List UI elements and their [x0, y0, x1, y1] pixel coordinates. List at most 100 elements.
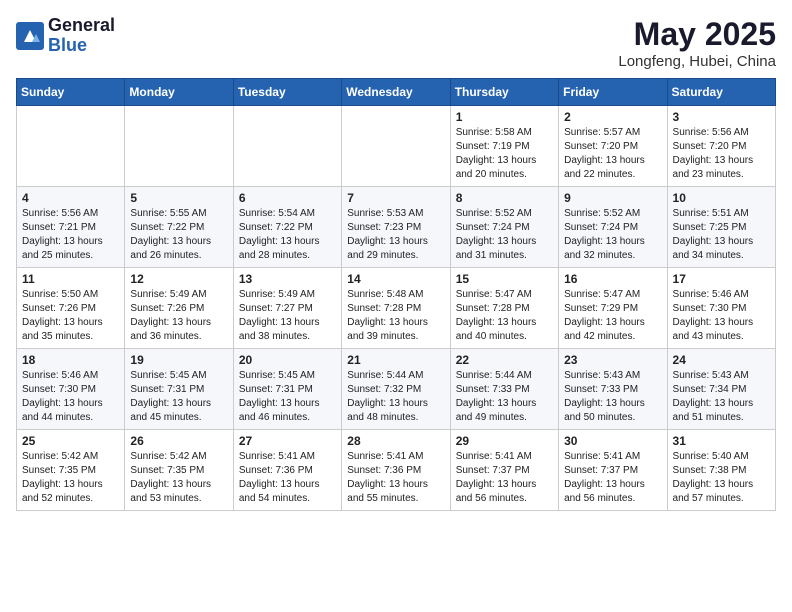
calendar-cell: 8 Sunrise: 5:52 AM Sunset: 7:24 PM Daylig…: [450, 187, 558, 268]
day-info: Sunrise: 5:42 AM Sunset: 7:35 PM Dayligh…: [130, 450, 227, 506]
day-info: Sunrise: 5:43 AM Sunset: 7:34 PM Dayligh…: [673, 369, 770, 425]
calendar-cell: 26Sunrise: 5:42 AM Sunset: 7:35 PM Dayli…: [125, 430, 233, 511]
logo-blue: Blue: [48, 36, 115, 56]
calendar-cell: 10 Sunrise: 5:51 AM Sunset: 7:25 PM Dayli…: [667, 187, 775, 268]
logo-icon: [16, 22, 44, 50]
day-number: 15: [456, 272, 553, 286]
month-title: May 2025: [618, 16, 776, 53]
day-number: 21: [347, 353, 444, 367]
day-info: Sunrise: 5:47 AM Sunset: 7:29 PM Dayligh…: [564, 288, 661, 344]
logo: General Blue: [16, 16, 115, 56]
day-number: 28: [347, 434, 444, 448]
day-info: Sunrise: 5:57 AM Sunset: 7:20 PM Dayligh…: [564, 126, 661, 182]
day-info: Sunrise: 5:49 AM Sunset: 7:26 PM Dayligh…: [130, 288, 227, 344]
day-number: 13: [239, 272, 336, 286]
header-tuesday: Tuesday: [233, 79, 341, 106]
day-number: 18: [22, 353, 119, 367]
calendar-week-4: 18 Sunrise: 5:46 AM Sunset: 7:30 PM Dayli…: [17, 349, 776, 430]
calendar-week-3: 11Sunrise: 5:50 AM Sunset: 7:26 PM Dayli…: [17, 268, 776, 349]
day-info: Sunrise: 5:46 AM Sunset: 7:30 PM Dayligh…: [22, 369, 119, 425]
day-info: Sunrise: 5:54 AM Sunset: 7:22 PM Dayligh…: [239, 207, 336, 263]
calendar-cell: 9Sunrise: 5:52 AM Sunset: 7:24 PM Daylig…: [559, 187, 667, 268]
calendar-cell: 29Sunrise: 5:41 AM Sunset: 7:37 PM Dayli…: [450, 430, 558, 511]
calendar-cell: 21 Sunrise: 5:44 AM Sunset: 7:32 PM Dayli…: [342, 349, 450, 430]
day-number: 23: [564, 353, 661, 367]
calendar-cell: 18 Sunrise: 5:46 AM Sunset: 7:30 PM Dayli…: [17, 349, 125, 430]
calendar-cell: 19 Sunrise: 5:45 AM Sunset: 7:31 PM Dayli…: [125, 349, 233, 430]
header-wednesday: Wednesday: [342, 79, 450, 106]
day-info: Sunrise: 5:46 AM Sunset: 7:30 PM Dayligh…: [673, 288, 770, 344]
day-number: 5: [130, 191, 227, 205]
calendar-cell: 17 Sunrise: 5:46 AM Sunset: 7:30 PM Dayli…: [667, 268, 775, 349]
calendar-cell: 27Sunrise: 5:41 AM Sunset: 7:36 PM Dayli…: [233, 430, 341, 511]
day-info: Sunrise: 5:51 AM Sunset: 7:25 PM Dayligh…: [673, 207, 770, 263]
day-info: Sunrise: 5:47 AM Sunset: 7:28 PM Dayligh…: [456, 288, 553, 344]
calendar-cell: [233, 106, 341, 187]
calendar-cell: 5Sunrise: 5:55 AM Sunset: 7:22 PM Daylig…: [125, 187, 233, 268]
day-number: 9: [564, 191, 661, 205]
day-number: 3: [673, 110, 770, 124]
calendar-week-1: 1 Sunrise: 5:58 AM Sunset: 7:19 PM Daylig…: [17, 106, 776, 187]
day-number: 12: [130, 272, 227, 286]
calendar-table: Sunday Monday Tuesday Wednesday Thursday…: [16, 78, 776, 511]
day-number: 2: [564, 110, 661, 124]
calendar-header: Sunday Monday Tuesday Wednesday Thursday…: [17, 79, 776, 106]
title-block: May 2025 Longfeng, Hubei, China: [618, 16, 776, 70]
day-number: 27: [239, 434, 336, 448]
logo-text: General Blue: [48, 16, 115, 56]
day-number: 6: [239, 191, 336, 205]
location: Longfeng, Hubei, China: [618, 53, 776, 70]
calendar-cell: 22 Sunrise: 5:44 AM Sunset: 7:33 PM Dayli…: [450, 349, 558, 430]
day-info: Sunrise: 5:45 AM Sunset: 7:31 PM Dayligh…: [239, 369, 336, 425]
calendar-cell: [17, 106, 125, 187]
calendar-cell: 2 Sunrise: 5:57 AM Sunset: 7:20 PM Daylig…: [559, 106, 667, 187]
day-number: 29: [456, 434, 553, 448]
day-number: 22: [456, 353, 553, 367]
day-number: 1: [456, 110, 553, 124]
day-info: Sunrise: 5:52 AM Sunset: 7:24 PM Dayligh…: [456, 207, 553, 263]
calendar-week-5: 25 Sunrise: 5:42 AM Sunset: 7:35 PM Dayli…: [17, 430, 776, 511]
day-info: Sunrise: 5:41 AM Sunset: 7:36 PM Dayligh…: [347, 450, 444, 506]
day-number: 8: [456, 191, 553, 205]
calendar-cell: 24Sunrise: 5:43 AM Sunset: 7:34 PM Dayli…: [667, 349, 775, 430]
calendar-cell: 20 Sunrise: 5:45 AM Sunset: 7:31 PM Dayli…: [233, 349, 341, 430]
day-number: 11: [22, 272, 119, 286]
calendar-cell: 12 Sunrise: 5:49 AM Sunset: 7:26 PM Dayli…: [125, 268, 233, 349]
day-info: Sunrise: 5:43 AM Sunset: 7:33 PM Dayligh…: [564, 369, 661, 425]
calendar-cell: 23 Sunrise: 5:43 AM Sunset: 7:33 PM Dayli…: [559, 349, 667, 430]
day-info: Sunrise: 5:44 AM Sunset: 7:33 PM Dayligh…: [456, 369, 553, 425]
day-info: Sunrise: 5:53 AM Sunset: 7:23 PM Dayligh…: [347, 207, 444, 263]
day-number: 10: [673, 191, 770, 205]
page-header: General Blue May 2025 Longfeng, Hubei, C…: [16, 16, 776, 70]
day-info: Sunrise: 5:56 AM Sunset: 7:20 PM Dayligh…: [673, 126, 770, 182]
day-number: 17: [673, 272, 770, 286]
calendar-cell: 16 Sunrise: 5:47 AM Sunset: 7:29 PM Dayli…: [559, 268, 667, 349]
calendar-week-2: 4Sunrise: 5:56 AM Sunset: 7:21 PM Daylig…: [17, 187, 776, 268]
day-info: Sunrise: 5:45 AM Sunset: 7:31 PM Dayligh…: [130, 369, 227, 425]
day-info: Sunrise: 5:41 AM Sunset: 7:37 PM Dayligh…: [564, 450, 661, 506]
calendar-cell: 15 Sunrise: 5:47 AM Sunset: 7:28 PM Dayli…: [450, 268, 558, 349]
calendar-cell: 4Sunrise: 5:56 AM Sunset: 7:21 PM Daylig…: [17, 187, 125, 268]
day-info: Sunrise: 5:40 AM Sunset: 7:38 PM Dayligh…: [673, 450, 770, 506]
logo-general: General: [48, 16, 115, 36]
calendar-cell: 3 Sunrise: 5:56 AM Sunset: 7:20 PM Daylig…: [667, 106, 775, 187]
day-info: Sunrise: 5:58 AM Sunset: 7:19 PM Dayligh…: [456, 126, 553, 182]
day-number: 25: [22, 434, 119, 448]
day-number: 30: [564, 434, 661, 448]
day-info: Sunrise: 5:49 AM Sunset: 7:27 PM Dayligh…: [239, 288, 336, 344]
calendar-body: 1 Sunrise: 5:58 AM Sunset: 7:19 PM Daylig…: [17, 106, 776, 511]
header-row: Sunday Monday Tuesday Wednesday Thursday…: [17, 79, 776, 106]
calendar-cell: 25Sunrise: 5:42 AM Sunset: 7:35 PM Dayli…: [17, 430, 125, 511]
day-number: 31: [673, 434, 770, 448]
calendar-cell: [125, 106, 233, 187]
day-number: 20: [239, 353, 336, 367]
day-info: Sunrise: 5:44 AM Sunset: 7:32 PM Dayligh…: [347, 369, 444, 425]
day-number: 19: [130, 353, 227, 367]
calendar-cell: 1 Sunrise: 5:58 AM Sunset: 7:19 PM Daylig…: [450, 106, 558, 187]
day-info: Sunrise: 5:48 AM Sunset: 7:28 PM Dayligh…: [347, 288, 444, 344]
header-saturday: Saturday: [667, 79, 775, 106]
calendar-cell: 31 Sunrise: 5:40 AM Sunset: 7:38 PM Dayli…: [667, 430, 775, 511]
day-number: 16: [564, 272, 661, 286]
calendar-cell: [342, 106, 450, 187]
calendar-cell: 14Sunrise: 5:48 AM Sunset: 7:28 PM Dayli…: [342, 268, 450, 349]
